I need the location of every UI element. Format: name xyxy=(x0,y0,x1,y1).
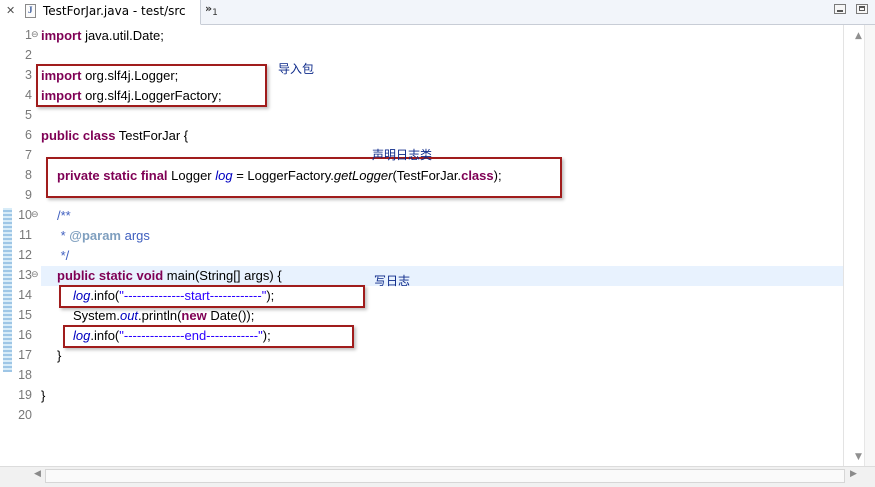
line-number: 2 xyxy=(25,48,32,62)
code-line-12[interactable]: */ xyxy=(57,246,70,266)
code-line-19[interactable]: } xyxy=(41,386,45,406)
keyword: public static void xyxy=(57,268,164,283)
code-text: .println( xyxy=(138,308,182,323)
java-file-icon xyxy=(25,4,36,18)
code-line-13[interactable]: public static void main(String[] args) { xyxy=(57,266,282,286)
line-number: 16 xyxy=(18,328,32,342)
line-number: 8 xyxy=(25,168,32,182)
line-number: 10 xyxy=(18,208,32,222)
line-number: 13 xyxy=(18,268,32,282)
comment-text: * xyxy=(57,228,70,243)
field-name: out xyxy=(119,308,139,323)
code-text: java.util.Date; xyxy=(81,28,164,43)
keyword: import xyxy=(41,28,82,43)
logger-declaration-box xyxy=(46,157,562,198)
keyword: public class xyxy=(41,128,116,143)
fold-collapse-icon[interactable]: ⊖ xyxy=(31,271,40,280)
scroll-right-icon[interactable]: ▶ xyxy=(850,469,857,479)
code-line-6[interactable]: public class TestForJar { xyxy=(41,126,188,146)
horizontal-scroll-track[interactable] xyxy=(45,469,845,483)
line-number: 5 xyxy=(25,108,32,122)
line-number: 11 xyxy=(19,228,32,242)
scroll-down-icon[interactable]: ▼ xyxy=(855,452,862,462)
fold-collapse-icon[interactable]: ⊖ xyxy=(31,31,40,40)
keyword: new xyxy=(181,308,207,323)
scroll-up-icon[interactable]: ▲ xyxy=(855,31,862,41)
code-text: System. xyxy=(73,308,120,323)
line-number: 3 xyxy=(25,68,32,82)
line-number: 1 xyxy=(25,28,32,42)
line-number: 6 xyxy=(25,128,32,142)
line-number: 12 xyxy=(18,248,32,262)
overview-ruler[interactable] xyxy=(864,25,875,466)
declare-annotation: 声明日志类 xyxy=(372,148,433,162)
code-line-11[interactable]: * @param args xyxy=(57,226,150,246)
code-text: main(String[] args) { xyxy=(163,268,282,283)
left-ruler xyxy=(0,25,14,466)
code-text: TestForJar { xyxy=(115,128,189,143)
fold-collapse-icon[interactable]: ⊖ xyxy=(31,211,40,220)
minimize-button[interactable] xyxy=(834,4,846,14)
comment-text: */ xyxy=(57,248,70,263)
code-line-1[interactable]: import java.util.Date; xyxy=(41,26,164,46)
close-icon[interactable]: ✕ xyxy=(6,5,15,17)
change-marker xyxy=(3,208,12,372)
overflow-count: 1 xyxy=(212,8,218,18)
line-number: 9 xyxy=(25,188,32,202)
code-line-10[interactable]: /** xyxy=(57,206,71,226)
code-text: } xyxy=(41,388,46,403)
line-number: 7 xyxy=(25,148,32,162)
comment-text: /** xyxy=(57,208,71,223)
tab-overflow-button[interactable]: »1 xyxy=(205,2,218,18)
import-annotation: 导入包 xyxy=(278,62,315,76)
code-line-17[interactable]: } xyxy=(57,346,61,366)
code-text: } xyxy=(57,348,62,363)
line-number: 19 xyxy=(18,388,32,402)
maximize-button[interactable] xyxy=(856,4,868,14)
line-number: 4 xyxy=(25,88,32,102)
import-highlight-box xyxy=(36,64,267,107)
tab-title: TestForJar.java - test/src xyxy=(43,4,186,18)
line-number: 14 xyxy=(18,288,32,302)
editor-tab[interactable]: ✕ TestForJar.java - test/src xyxy=(0,0,201,25)
line-number: 15 xyxy=(18,308,32,322)
editor-tab-bar: ✕ TestForJar.java - test/src »1 xyxy=(0,0,875,25)
comment-text: args xyxy=(121,228,150,243)
javadoc-tag: @param xyxy=(69,228,121,243)
code-line-15[interactable]: System.out.println(new Date()); xyxy=(73,306,254,326)
write-log-annotation: 写日志 xyxy=(374,274,411,288)
line-number: 20 xyxy=(18,408,32,422)
log-end-box xyxy=(63,325,354,348)
scroll-left-icon[interactable]: ◀ xyxy=(34,469,41,479)
code-text: Date()); xyxy=(206,308,255,323)
horizontal-scrollbar[interactable]: ◀ ▶ xyxy=(0,466,875,487)
line-number: 18 xyxy=(18,368,32,382)
line-number: 17 xyxy=(18,348,32,362)
log-start-box xyxy=(59,285,365,308)
